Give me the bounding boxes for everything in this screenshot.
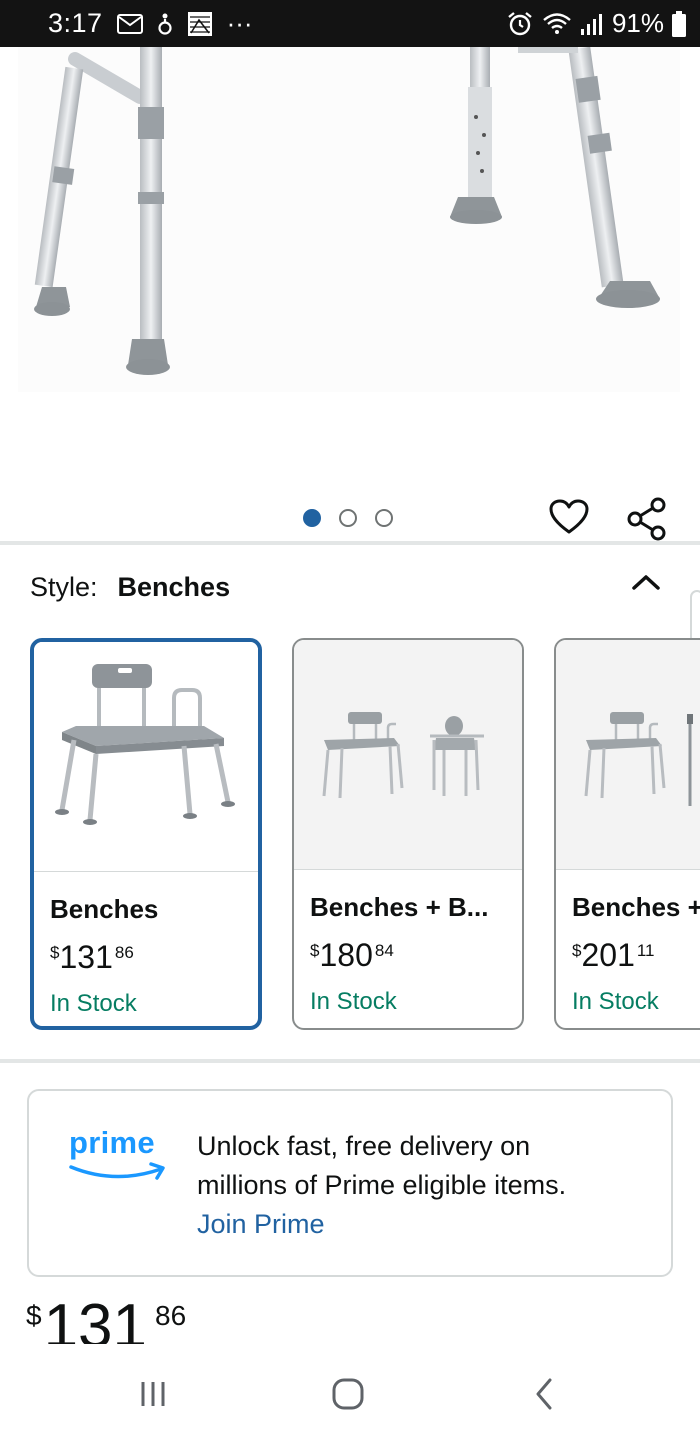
price-symbol: $	[572, 941, 582, 960]
style-option-name: Benches	[50, 894, 159, 924]
system-nav-bar	[0, 1344, 700, 1439]
share-button[interactable]	[626, 497, 672, 542]
mail-icon	[116, 13, 143, 34]
style-option-image	[294, 640, 522, 870]
style-option-price: $ 131 86	[50, 939, 258, 976]
alarm-icon	[506, 10, 534, 38]
back-button[interactable]	[519, 1374, 569, 1414]
style-selector-header: Style: Benches	[30, 572, 230, 603]
battery-icon	[672, 10, 686, 37]
product-price: $ 131 86	[26, 1296, 186, 1344]
style-option-name: Benches +	[572, 892, 700, 922]
price-fraction: 86	[114, 943, 134, 962]
prime-promo-text: Unlock fast, free delivery on millions o…	[197, 1127, 657, 1244]
style-label: Style:	[30, 572, 98, 602]
prime-line-2: millions of Prime eligible items.	[197, 1170, 567, 1200]
price-whole: 201	[581, 937, 635, 973]
price-symbol: $	[310, 941, 320, 960]
status-bar: 3:17 ··· 91%	[0, 0, 700, 47]
style-option-benches-plus[interactable]: Benches + $ 201 11 In Stock	[554, 638, 700, 1030]
section-divider	[0, 541, 700, 545]
price-symbol: $	[26, 1300, 42, 1331]
section-divider	[0, 1059, 700, 1063]
recent-apps-icon	[141, 1382, 165, 1406]
style-option-benches[interactable]: Benches $ 131 86 In Stock	[30, 638, 262, 1030]
stock-status: In Stock	[572, 988, 659, 1015]
recent-apps-button[interactable]	[128, 1374, 178, 1414]
price-fraction: 11	[636, 941, 655, 960]
style-option-image	[34, 642, 258, 872]
style-option-benches-plus-b[interactable]: Benches + B... $ 180 84 In Stock	[292, 638, 524, 1030]
heart-icon	[549, 499, 589, 534]
prime-smile-icon	[69, 1162, 165, 1180]
gallery-icon	[187, 11, 213, 37]
style-option-info: Benches + $ 201 11 In Stock	[556, 870, 700, 1016]
price-whole: 131	[59, 939, 113, 975]
prime-logo: prime	[69, 1125, 169, 1188]
style-option-image	[556, 640, 700, 870]
prime-line-1: Unlock fast, free delivery on	[197, 1131, 531, 1161]
status-right: 91%	[506, 8, 686, 39]
carousel-dots	[303, 509, 393, 527]
home-button[interactable]	[323, 1374, 373, 1414]
stock-status: In Stock	[50, 990, 137, 1017]
prime-promo-card[interactable]: prime Unlock fast, free delivery on mill…	[27, 1089, 673, 1277]
join-prime-link[interactable]: Join Prime	[197, 1205, 657, 1244]
more-icon: ···	[226, 8, 253, 38]
carousel-dot-2[interactable]	[339, 509, 357, 527]
back-icon	[536, 1378, 552, 1410]
price-fraction: 86	[155, 1300, 187, 1331]
product-image	[18, 47, 680, 392]
wifi-icon	[542, 12, 572, 36]
stock-status: In Stock	[310, 988, 397, 1015]
style-option-info: Benches + B... $ 180 84 In Stock	[294, 870, 522, 1016]
price-whole: 180	[319, 937, 373, 973]
style-option-name: Benches + B...	[310, 892, 489, 922]
wishlist-button[interactable]	[549, 499, 593, 542]
signal-icon	[580, 12, 604, 36]
style-option-price: $ 180 84	[310, 937, 522, 974]
style-option-price: $ 201 11	[572, 937, 700, 974]
product-image-carousel[interactable]	[0, 47, 700, 542]
status-left: 3:17 ···	[48, 8, 253, 39]
price-symbol: $	[50, 943, 60, 962]
price-whole: 131	[43, 1296, 148, 1344]
carousel-dot-3[interactable]	[375, 509, 393, 527]
style-value: Benches	[117, 572, 231, 602]
home-icon	[332, 1378, 364, 1410]
collapse-style-button[interactable]	[626, 562, 666, 602]
chevron-up-icon	[632, 575, 660, 590]
carousel-dot-1[interactable]	[303, 509, 321, 527]
share-icon	[627, 497, 666, 541]
battery-percent: 91%	[611, 8, 664, 38]
clock: 3:17	[48, 8, 103, 38]
accessibility-icon	[157, 12, 173, 36]
prime-logo-text: prime	[69, 1125, 155, 1160]
style-option-info: Benches $ 131 86 In Stock	[34, 872, 258, 1018]
price-fraction: 84	[374, 941, 394, 960]
